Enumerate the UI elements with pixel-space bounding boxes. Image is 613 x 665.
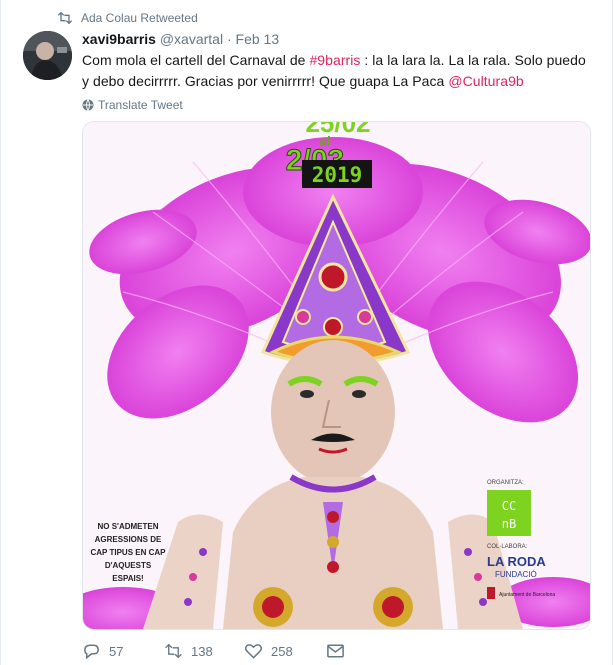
retweet-count: 138 [191,643,213,659]
direct-message-button[interactable] [326,642,345,660]
tweet-media-image[interactable]: 25/02 al 2/03 2019 [82,121,591,630]
translate-label: Translate Tweet [98,98,183,112]
notice-line-1: NO S'ADMETEN [97,522,158,531]
reply-button[interactable]: 57 [82,642,164,660]
tweet-body: xavi9barris @xavartal · Feb 13 Com mola … [82,30,592,112]
tweet-text: Com mola el cartell del Carnaval de #9ba… [82,50,592,92]
poster-date-start: 25/02 [305,122,370,138]
avatar[interactable] [23,31,72,80]
notice-line-3: CAP TIPUS EN CAP [91,548,167,557]
mail-icon [327,644,344,658]
translate-tweet[interactable]: Translate Tweet [82,98,592,112]
la-roda-sub: FUNDACIÓ [495,570,537,579]
globe-icon [82,99,94,111]
notice-line-2: AGRESSIONS DE [95,535,162,544]
retweet-button[interactable]: 138 [164,642,244,660]
mention-link[interactable]: @Cultura9b [448,73,523,89]
tweet-actions: 57 138 258 [82,640,345,662]
la-roda-logo: LA RODA [487,554,546,569]
author-fullname[interactable]: xavi9barris [82,31,156,47]
reply-count: 57 [109,643,124,659]
retweet-context-label[interactable]: Ada Colau Retweeted [81,11,198,25]
retweet-context: Ada Colau Retweeted [57,10,198,26]
ajuntament-shield-icon [487,587,495,599]
organitza-label: ORGANITZA: [487,480,524,486]
tweet-timestamp[interactable]: Feb 13 [236,31,280,47]
like-button[interactable]: 258 [244,642,326,660]
retweet-icon [165,643,182,659]
notice-line-4: D'AQUESTS [105,561,152,570]
face [271,340,395,484]
notice-line-5: ESPAIS! [112,574,143,583]
like-count: 258 [271,643,293,659]
cc9b-logo-line-2: nB [502,517,516,531]
tweet-text-part1: Com mola el cartell del Carnaval de [82,52,310,68]
reply-icon [84,644,99,660]
poster-year: 2019 [312,163,363,187]
author-username[interactable]: @xavartal [160,31,223,47]
tweet-header: xavi9barris @xavartal · Feb 13 [82,30,592,48]
separator-dot: · [226,31,232,47]
ajuntament-label: Ajuntament de Barcelona [499,592,555,598]
tweet-card[interactable]: Ada Colau Retweeted xavi9barris @xavarta… [0,0,613,665]
retweet-icon [57,12,73,24]
collabora-label: COL·LABORA: [487,544,528,550]
carnival-poster: 25/02 al 2/03 2019 [83,122,590,629]
hashtag-link[interactable]: #9barris [309,52,360,68]
cc9b-logo-line-1: CC [502,499,516,513]
heart-icon [244,644,263,659]
